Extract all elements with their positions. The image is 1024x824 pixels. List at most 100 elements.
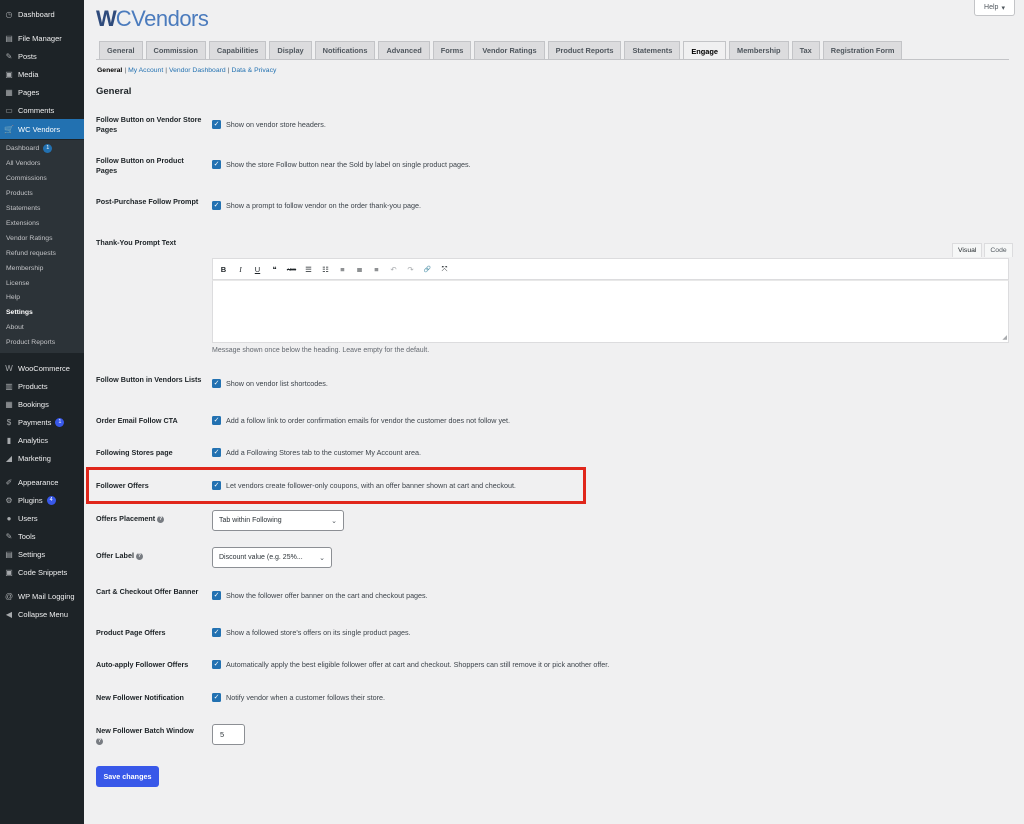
checkbox-auto-apply[interactable]: ✓	[212, 660, 221, 669]
sidebar-item-file-manager[interactable]: ▤ File Manager	[0, 29, 84, 47]
checkbox-post-purchase[interactable]: ✓	[212, 201, 221, 210]
field-follow-store: ✓ Show on vendor store headers.	[212, 120, 326, 129]
tab-commission[interactable]: Commission	[145, 41, 206, 59]
help-icon[interactable]: ?	[135, 552, 143, 560]
sidebar-item-appearance[interactable]: ✐ Appearance	[0, 473, 84, 491]
submenu-item-products[interactable]: Products	[0, 186, 84, 201]
sidebar-item-woocommerce[interactable]: W WooCommerce	[0, 359, 84, 377]
payments-badge: 1	[55, 417, 65, 427]
field-cart-banner: ✓ Show the follower offer banner on the c…	[212, 591, 428, 600]
sidebar-item-payments[interactable]: $ Payments 1	[0, 413, 84, 431]
quote-icon[interactable]: ❝	[270, 265, 279, 274]
sidebar-item-collapse-menu[interactable]: ◀ Collapse Menu	[0, 605, 84, 623]
checkbox-order-email[interactable]: ✓	[212, 416, 221, 425]
sidebar-item-dashboard[interactable]: ◷ Dashboard	[0, 5, 84, 23]
products-icon: ▥	[5, 381, 13, 391]
checkbox-following-page[interactable]: ✓	[212, 448, 221, 457]
editor-tab-code[interactable]: Code	[984, 243, 1013, 257]
field-following-page: ✓ Add a Following Stores tab to the custo…	[212, 448, 421, 457]
sidebar-item-analytics[interactable]: ▮ Analytics	[0, 431, 84, 449]
tab-statements[interactable]: Statements	[624, 41, 681, 59]
sidebar-item-comments[interactable]: ▭ Comments	[0, 101, 84, 119]
align-center-icon[interactable]: ≣	[355, 265, 364, 274]
batch-window-input[interactable]: 5	[212, 724, 245, 745]
tab-display[interactable]: Display	[269, 41, 312, 59]
tab-product-reports[interactable]: Product Reports	[547, 41, 622, 59]
bullet-list-icon[interactable]: ☰	[304, 265, 313, 274]
tab-forms[interactable]: Forms	[432, 41, 472, 59]
sidebar-item-settings[interactable]: ▤ Settings	[0, 545, 84, 563]
tab-capabilities[interactable]: Capabilities	[208, 41, 267, 59]
link-icon[interactable]: 🔗	[423, 265, 432, 274]
underline-icon[interactable]: U	[253, 265, 262, 274]
submenu-item-refund-requests[interactable]: Refund requests	[0, 246, 84, 261]
tab-tax[interactable]: Tax	[791, 41, 820, 59]
submenu-item-all-vendors[interactable]: All Vendors	[0, 156, 84, 171]
calendar-icon: ▦	[5, 399, 13, 409]
fullscreen-icon[interactable]: ⤧	[440, 264, 449, 274]
subnav-vendor-dashboard[interactable]: Vendor Dashboard	[169, 67, 226, 74]
help-icon[interactable]: ?	[96, 737, 103, 745]
align-left-icon[interactable]: ≡	[338, 265, 347, 274]
tab-notifications[interactable]: Notifications	[314, 41, 376, 59]
submenu-item-dashboard[interactable]: Dashboard 1	[0, 141, 84, 156]
submenu-item-settings[interactable]: Settings	[0, 305, 84, 320]
submenu-item-vendor-ratings[interactable]: Vendor Ratings	[0, 231, 84, 246]
undo-icon[interactable]: ↶	[389, 265, 398, 274]
resize-handle-icon[interactable]: ◢	[1002, 334, 1007, 341]
submenu-item-product-reports[interactable]: Product Reports	[0, 335, 84, 350]
italic-icon[interactable]: I	[236, 265, 245, 274]
checkbox-product-offers[interactable]: ✓	[212, 628, 221, 637]
tab-membership[interactable]: Membership	[729, 41, 789, 59]
submenu-item-commissions[interactable]: Commissions	[0, 171, 84, 186]
checkbox-follow-product[interactable]: ✓	[212, 160, 221, 169]
sidebar-item-posts[interactable]: ✎ Posts	[0, 47, 84, 65]
align-right-icon[interactable]: ≡	[372, 265, 381, 274]
tab-general[interactable]: General	[99, 41, 143, 59]
save-changes-button[interactable]: Save changes	[96, 766, 159, 787]
checkbox-new-follower[interactable]: ✓	[212, 693, 221, 702]
subnav-my-account[interactable]: My Account	[128, 67, 163, 74]
submenu-item-license[interactable]: License	[0, 276, 84, 291]
sidebar-item-tools[interactable]: ✎ Tools	[0, 527, 84, 545]
sidebar-item-media[interactable]: ▣ Media	[0, 65, 84, 83]
sidebar-item-plugins[interactable]: ⚙ Plugins 4	[0, 491, 84, 509]
submenu-item-about[interactable]: About	[0, 320, 84, 335]
strikethrough-icon[interactable]: ABC	[287, 265, 296, 274]
redo-icon[interactable]: ↷	[406, 265, 415, 274]
tab-vendor-ratings[interactable]: Vendor Ratings	[474, 41, 545, 59]
sidebar-item-wp-mail-logging[interactable]: @ WP Mail Logging	[0, 587, 84, 605]
subnav-general[interactable]: General	[97, 67, 122, 74]
offer-label-select[interactable]: Discount value (e.g. 25%... ⌄	[212, 547, 332, 568]
analytics-icon: ▮	[6, 435, 12, 445]
submenu-item-extensions[interactable]: Extensions	[0, 216, 84, 231]
chevron-down-icon: ⌄	[331, 517, 337, 525]
subnav-data-privacy[interactable]: Data & Privacy	[231, 67, 276, 74]
tab-advanced[interactable]: Advanced	[378, 41, 430, 59]
sidebar-item-users[interactable]: ● Users	[0, 509, 84, 527]
help-icon[interactable]: ?	[157, 515, 165, 523]
code-icon: ▣	[5, 567, 13, 577]
sidebar-item-marketing[interactable]: ◢ Marketing	[0, 449, 84, 467]
editor-tab-visual[interactable]: Visual	[952, 243, 983, 257]
submenu-item-help[interactable]: Help	[0, 290, 84, 305]
tab-registration-form[interactable]: Registration Form	[822, 41, 903, 59]
offers-placement-select[interactable]: Tab within Following ⌄	[212, 510, 344, 531]
payments-icon: $	[6, 417, 12, 427]
numbered-list-icon[interactable]: ☷	[321, 265, 330, 274]
checkbox-vendors-lists[interactable]: ✓	[212, 379, 221, 388]
thankyou-text-editor[interactable]: ◢	[212, 280, 1009, 343]
sidebar-item-code-snippets[interactable]: ▣ Code Snippets	[0, 563, 84, 581]
sidebar-item-products[interactable]: ▥ Products	[0, 377, 84, 395]
submenu-item-statements[interactable]: Statements	[0, 201, 84, 216]
sidebar-item-bookings[interactable]: ▦ Bookings	[0, 395, 84, 413]
checkbox-cart-banner[interactable]: ✓	[212, 591, 221, 600]
sidebar-item-wc-vendors[interactable]: 🛒 WC Vendors	[0, 119, 84, 139]
bold-icon[interactable]: B	[219, 265, 228, 274]
help-button[interactable]: Help ▾	[974, 0, 1015, 16]
checkbox-follower-offers[interactable]: ✓	[212, 481, 221, 490]
tab-engage[interactable]: Engage	[683, 41, 727, 60]
sidebar-item-pages[interactable]: ▦ Pages	[0, 83, 84, 101]
checkbox-follow-store[interactable]: ✓	[212, 120, 221, 129]
submenu-item-membership[interactable]: Membership	[0, 261, 84, 276]
